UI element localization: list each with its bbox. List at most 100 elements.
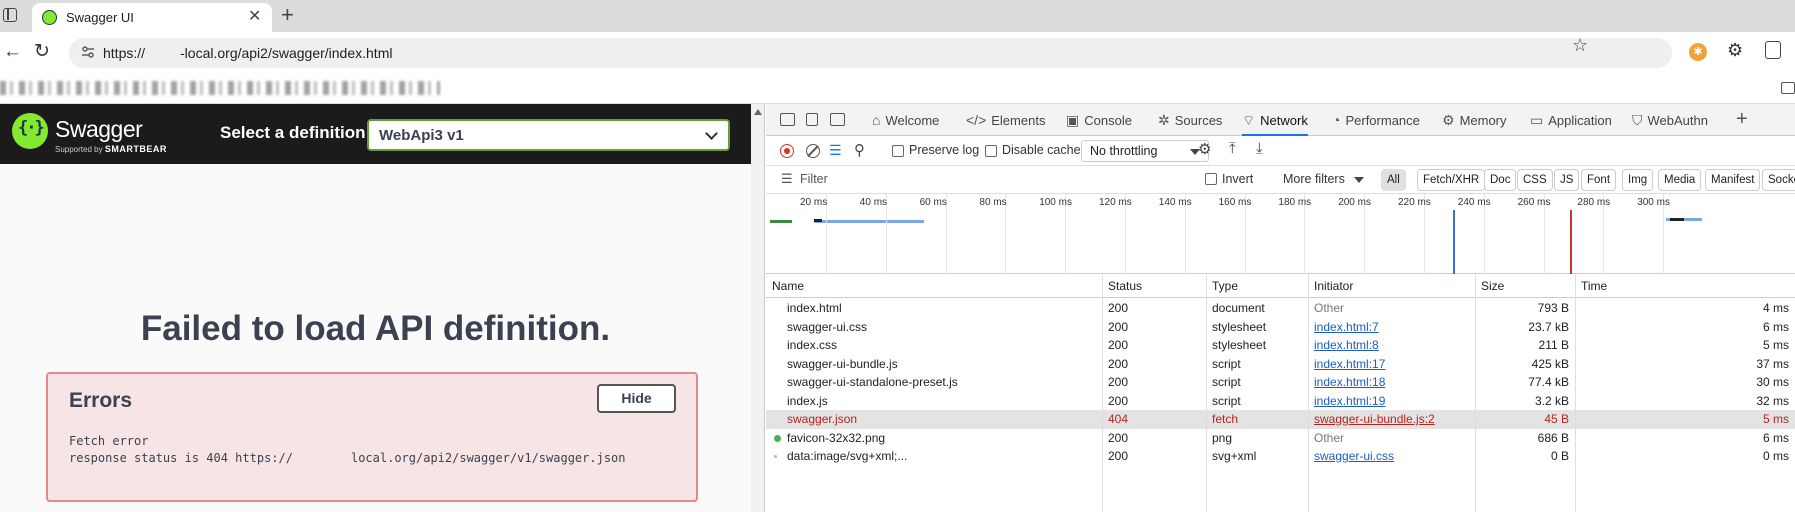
table-row[interactable]: index.html 200 document Other 793 B 4 ms [766,299,1795,318]
filter-toggle-icon[interactable]: ☰ [829,142,842,159]
hide-errors-button[interactable]: Hide [597,384,676,413]
tab-network[interactable]: ⌔ Network [1242,104,1308,136]
swagger-logo-icon[interactable]: {·} [12,113,48,149]
col-size-header[interactable]: Size [1481,279,1504,293]
cell-time: 5 ms [1762,338,1789,352]
site-info-icon[interactable] [81,45,95,59]
chip-css[interactable]: CSS [1517,169,1553,191]
preserve-log-checkbox[interactable] [892,145,904,157]
import-har-icon[interactable]: ⤒ [1229,140,1236,157]
filter-input[interactable]: Filter [800,172,828,186]
timeline-bar [814,220,924,223]
network-requests-table: Name Status Type Initiator Size Time ind… [766,275,1795,512]
bookmark-star-icon[interactable]: ☆ [1572,35,1588,56]
device-emulation-icon[interactable] [806,113,818,126]
cell-status: 200 [1108,375,1129,389]
record-icon[interactable] [780,144,794,158]
throttling-select[interactable]: No throttling [1081,140,1209,162]
application-icon: ▭ [1530,112,1544,128]
tab-sources[interactable]: ✲ Sources [1158,104,1222,136]
sidebar-toggle-icon[interactable] [3,8,17,22]
chip-media[interactable]: Media [1658,169,1702,191]
col-initiator-header[interactable]: Initiator [1314,279,1353,293]
table-row[interactable]: index.js 200 script index.html:19 3.2 kB 32 m… [766,392,1795,411]
table-row[interactable]: swagger-ui-standalone-preset.js 200 script… [766,373,1795,392]
tab-welcome[interactable]: ⌂ Welcome [872,104,939,136]
bookmarks-blurred [0,81,440,95]
invert-checkbox[interactable] [1205,173,1217,185]
chip-socket[interactable]: Socke [1762,169,1795,191]
cell-type: stylesheet [1212,319,1267,334]
swagger-brand-sub: Supported by SMARTBEAR [55,144,167,154]
disable-cache-checkbox[interactable] [985,145,997,157]
table-row[interactable]: swagger-ui.css 200 stylesheet index.html:7 2… [766,318,1795,337]
scroll-up-arrow-icon[interactable] [754,109,762,115]
chip-img[interactable]: Img [1622,169,1654,191]
chip-fetch-xhr[interactable]: Fetch/XHR [1417,169,1486,191]
cell-initiator[interactable]: index.html:17 [1314,357,1385,371]
cell-type: svg+xml [1212,449,1257,463]
url-box[interactable]: https:// -local.org/api2/swagger/index.h… [69,38,1672,68]
col-type-header[interactable]: Type [1212,279,1238,293]
extension-icon[interactable]: ✱ [1689,43,1707,61]
cell-initiator[interactable]: index.html:19 [1314,394,1385,408]
tab-memory[interactable]: ⚙ Memory [1442,104,1507,136]
tab-elements[interactable]: </> Elements [966,104,1045,136]
dom-content-loaded-marker [1453,210,1455,274]
cell-initiator[interactable]: index.html:8 [1314,338,1379,352]
col-status-header[interactable]: Status [1108,279,1142,293]
cell-name: index.html [787,301,842,315]
cell-size: 23.7 kB [1528,319,1569,334]
close-tab-icon[interactable]: ✕ [248,6,261,26]
cell-initiator: Other [1314,301,1345,315]
table-row[interactable]: swagger.json 404 fetch swagger-ui-bundle.js… [766,410,1795,429]
table-row[interactable]: swagger-ui-bundle.js 200 script index.html:… [766,355,1795,374]
export-har-icon[interactable]: ⤓ [1256,140,1263,157]
tab-webauthn[interactable]: ⛉ WebAuthn [1632,104,1708,136]
timeline-tick-label: 260 ms [1517,197,1551,208]
chip-js[interactable]: JS [1554,169,1580,191]
page-scrollbar[interactable] [751,104,765,512]
timeline-tick-label: 220 ms [1398,197,1431,208]
puzzle-extensions-icon[interactable]: ⚙ [1727,40,1743,61]
new-tab-icon[interactable]: + [281,2,294,28]
definition-select[interactable]: WebApi3 v1 [367,119,730,151]
network-conditions-icon[interactable]: ⚙ [1198,140,1211,158]
chip-font[interactable]: Font [1581,169,1617,191]
cell-initiator[interactable]: swagger-ui-bundle.js:2 [1314,412,1435,426]
column-divider [1475,275,1476,512]
search-icon[interactable]: ⚲ [854,141,865,159]
browser-tab[interactable]: Swagger UI ✕ [32,3,272,32]
tab-performance[interactable]: ◔ Performance [1332,104,1420,136]
table-row[interactable]: index.css 200 stylesheet index.html:8 211 B 5… [766,336,1795,355]
chip-doc[interactable]: Doc [1484,169,1517,191]
cell-initiator[interactable]: swagger-ui.css [1314,449,1394,463]
table-row[interactable]: data:image/svg+xml;... 200 svg+xml swagger-… [766,447,1795,466]
col-time-header[interactable]: Time [1581,279,1607,293]
timeline-tick-label: 200 ms [1338,197,1371,208]
chip-all[interactable]: All [1381,169,1406,191]
network-overview-timeline[interactable]: 20 ms 40 ms 60 ms 80 ms 100 ms 120 ms 140 ms 16… [766,194,1795,274]
reload-icon[interactable]: ↻ [34,40,50,63]
timeline-bar [814,219,822,222]
performance-icon: ◔ [1332,112,1341,128]
split-screen-icon[interactable] [1765,41,1781,59]
more-filters-dropdown[interactable]: More filters [1283,172,1345,186]
cell-type: script [1212,393,1241,408]
clear-icon[interactable] [806,144,820,158]
col-name-header[interactable]: Name [772,279,804,293]
chip-manifest[interactable]: Manifest [1705,169,1761,191]
tab-application[interactable]: ▭ Application [1530,104,1612,136]
inspect-element-icon[interactable] [780,113,795,126]
dock-side-icon[interactable] [830,113,845,126]
back-arrow-icon[interactable]: ← [3,41,22,63]
table-row[interactable]: favicon-32x32.png 200 png Other 686 B 6 ms [766,429,1795,448]
filter-bar: ☰ Filter Invert More filters All Fetch/X… [766,166,1795,194]
tab-console[interactable]: ▣ Console [1066,104,1132,136]
cell-initiator[interactable]: index.html:18 [1314,375,1385,389]
cell-time: 6 ms [1762,430,1789,445]
more-tools-plus-icon[interactable]: + [1736,108,1748,131]
bookmark-folder-icon[interactable] [1781,82,1795,94]
timeline-tick-label: 280 ms [1577,197,1611,208]
cell-initiator[interactable]: index.html:7 [1314,320,1379,334]
